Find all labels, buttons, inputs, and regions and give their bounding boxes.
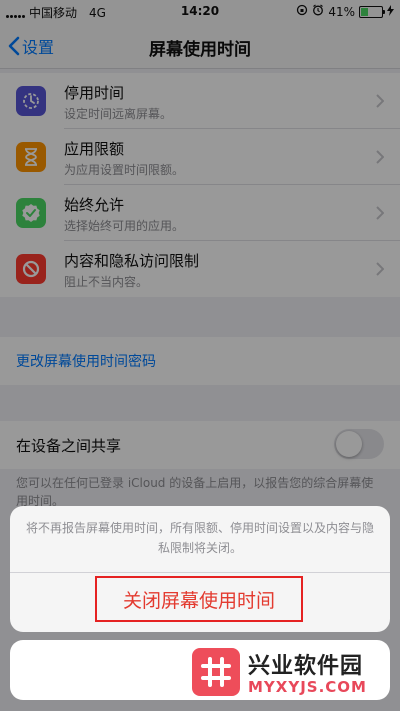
watermark-title: 兴业软件园 (248, 654, 364, 679)
watermark-logo-icon (192, 648, 240, 696)
turn-off-screen-time-button[interactable]: 关闭屏幕使用时间 (95, 576, 303, 622)
screen-time-settings-screen: 中国移动 4G 14:20 41% 设置 屏幕使用时间 停用时间 设定时间远离屏… (0, 0, 400, 711)
site-watermark: 兴业软件园 MYXYJS.COM (192, 646, 394, 706)
watermark-subtitle: MYXYJS.COM (248, 678, 367, 696)
action-sheet-message: 将不再报告屏幕使用时间，所有限额、停用时间设置以及内容与隐私限制将关闭。 (26, 521, 375, 555)
